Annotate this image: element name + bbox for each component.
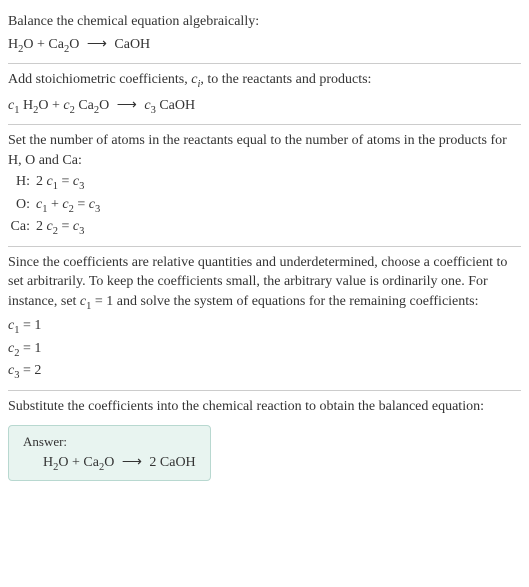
reactant-part: O + Ca	[23, 37, 64, 52]
sp2: O +	[38, 98, 63, 113]
coeff-line: c2 = 1	[8, 339, 521, 361]
product: CaOH	[111, 37, 150, 52]
sp1: H	[19, 98, 33, 113]
atom-table: H: 2 c1 = c3 O: c1 + c2 = c3 Ca: 2 c2 = …	[8, 172, 521, 239]
answer-box: Answer: H2O + Ca2O ⟶ 2 CaOH	[8, 425, 211, 482]
reactant-h2o-h: H	[8, 37, 18, 52]
lhs: 2	[36, 219, 47, 234]
reactant-o: O	[69, 37, 83, 52]
rest: = 2	[19, 363, 41, 378]
sp6: CaOH	[156, 98, 195, 113]
equation-unbalanced: H2O + Ca2O ⟶ CaOH	[8, 34, 521, 58]
instruction-balance: Balance the chemical equation algebraica…	[8, 12, 521, 32]
instruction-solve: Since the coefficients are relative quan…	[8, 253, 521, 315]
section-coefficients: Add stoichiometric coefficients, ci, to …	[8, 64, 521, 125]
coeff-line: c1 = 1	[8, 316, 521, 338]
text-part2: , to the reactants and products:	[200, 72, 371, 87]
atom-label: Ca:	[8, 217, 36, 239]
atom-row-ca: Ca: 2 c2 = c3	[8, 217, 521, 239]
mid: =	[58, 174, 73, 189]
plus: +	[47, 197, 62, 212]
atom-eq: c1 + c2 = c3	[36, 195, 521, 217]
atom-eq: 2 c2 = c3	[36, 217, 521, 239]
section-problem: Balance the chemical equation algebraica…	[8, 6, 521, 64]
equation-with-coeff: c1 H2O + c2 Ca2O ⟶ c3 CaOH	[8, 95, 521, 119]
coeff-line: c3 = 2	[8, 361, 521, 383]
csub: 3	[95, 204, 100, 215]
sp3: Ca	[75, 98, 94, 113]
eq-p1: H	[43, 455, 53, 470]
sp4: O	[99, 98, 113, 113]
rest: = 1	[19, 318, 41, 333]
mid: =	[58, 219, 73, 234]
atom-eq: 2 c1 = c3	[36, 172, 521, 194]
instruction-add-coeff: Add stoichiometric coefficients, ci, to …	[8, 70, 521, 92]
atom-label: H:	[8, 172, 36, 194]
csub: 3	[79, 181, 84, 192]
rest: = 1	[19, 341, 41, 356]
atom-label: O:	[8, 195, 36, 217]
eq-p2: O + Ca	[58, 455, 99, 470]
mid: =	[74, 197, 89, 212]
csub: 3	[79, 226, 84, 237]
instruction-atoms: Set the number of atoms in the reactants…	[8, 131, 521, 170]
text-part1: Add stoichiometric coefficients,	[8, 72, 191, 87]
answer-equation: H2O + Ca2O ⟶ 2 CaOH	[23, 454, 196, 473]
arrow-icon: ⟶	[117, 95, 137, 116]
lhs: 2	[36, 174, 47, 189]
arrow-icon: ⟶	[87, 34, 107, 55]
atom-row-o: O: c1 + c2 = c3	[8, 195, 521, 217]
section-answer: Substitute the coefficients into the che…	[8, 391, 521, 487]
section-atoms: Set the number of atoms in the reactants…	[8, 125, 521, 247]
arrow-icon: ⟶	[122, 454, 142, 471]
answer-label: Answer:	[23, 434, 196, 450]
atom-row-h: H: 2 c1 = c3	[8, 172, 521, 194]
instruction-substitute: Substitute the coefficients into the che…	[8, 397, 521, 417]
eq-p4: 2 CaOH	[146, 455, 196, 470]
section-solve: Since the coefficients are relative quan…	[8, 247, 521, 391]
eq-p3: O	[104, 455, 118, 470]
text-p2: = 1 and solve the system of equations fo…	[91, 294, 478, 309]
